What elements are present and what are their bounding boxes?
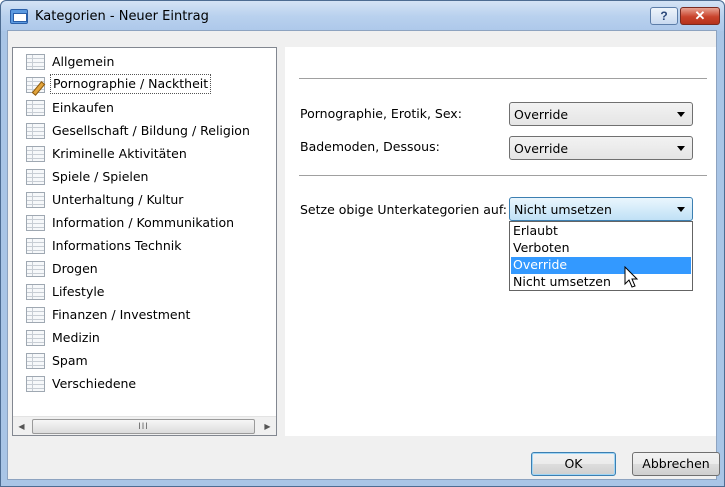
list-icon (26, 146, 45, 162)
tree-item-finanzen[interactable]: Finanzen / Investment (26, 305, 274, 324)
tree-horizontal-scrollbar[interactable]: ◀ III ▶ (13, 416, 276, 435)
separator-top (299, 78, 707, 79)
tree-item-gesellschaft[interactable]: Gesellschaft / Bildung / Religion (26, 121, 274, 140)
porn-label: Pornographie, Erotik, Sex: (300, 106, 462, 121)
edit-list-icon (26, 77, 45, 93)
tree-item-lifestyle[interactable]: Lifestyle (26, 282, 274, 301)
list-icon (26, 192, 45, 208)
dropdown-option-verboten[interactable]: Verboten (511, 240, 691, 257)
tree-item-label: Medizin (52, 330, 100, 345)
tree-item-spiele[interactable]: Spiele / Spielen (26, 167, 274, 186)
window-app-icon (10, 9, 28, 24)
list-icon (26, 123, 45, 139)
scroll-left-icon[interactable]: ◀ (13, 417, 30, 436)
setze-combobox[interactable]: Nicht umsetzen (509, 197, 693, 221)
bademoden-combobox[interactable]: Override (509, 136, 693, 160)
tree-item-allgemein[interactable]: Allgemein (26, 52, 274, 71)
tree-item-einkaufen[interactable]: Einkaufen (26, 98, 274, 117)
tree-item-label: Lifestyle (52, 284, 105, 299)
scroll-right-icon[interactable]: ▶ (259, 417, 276, 436)
window-title: Kategorien - Neuer Eintrag (35, 9, 209, 24)
list-icon (26, 238, 45, 254)
setze-dropdown-list[interactable]: Erlaubt Verboten Override Nicht umsetzen (509, 221, 693, 291)
list-icon (26, 261, 45, 277)
tree-item-label: Einkaufen (52, 100, 114, 115)
tree-item-informations-technik[interactable]: Informations Technik (26, 236, 274, 255)
close-button[interactable]: ✕ (680, 7, 720, 25)
porn-combobox-value: Override (514, 107, 569, 122)
tree-item-drogen[interactable]: Drogen (26, 259, 274, 278)
tree-item-label: Kriminelle Aktivitäten (52, 146, 187, 161)
list-icon (26, 353, 45, 369)
tree-item-medizin[interactable]: Medizin (26, 328, 274, 347)
tree-item-label: Spam (52, 353, 88, 368)
chevron-down-icon (677, 207, 685, 212)
tree-item-label: Unterhaltung / Kultur (52, 192, 184, 207)
setze-label: Setze obige Unterkategorien auf: (300, 202, 508, 217)
mouse-cursor-icon (624, 266, 639, 288)
tree-item-label: Information / Kommunikation (52, 215, 235, 230)
ok-button[interactable]: OK (531, 452, 616, 476)
tree-item-label: Verschiedene (52, 376, 137, 391)
tree-item-label: Pornographie / Nacktheit (50, 74, 212, 94)
list-icon (26, 376, 45, 392)
tree-item-kriminelle[interactable]: Kriminelle Aktivitäten (26, 144, 274, 163)
title-bar[interactable]: Kategorien - Neuer Eintrag ? ✕ (1, 1, 724, 31)
tree-item-pornographie[interactable]: Pornographie / Nacktheit (26, 74, 274, 94)
chevron-down-icon (677, 146, 685, 151)
tree-item-information[interactable]: Information / Kommunikation (26, 213, 274, 232)
bademoden-combobox-value: Override (514, 141, 569, 156)
help-button[interactable]: ? (650, 7, 678, 25)
dropdown-option-nicht-umsetzen[interactable]: Nicht umsetzen (511, 274, 691, 291)
tree-item-label: Drogen (52, 261, 98, 276)
tree-item-label: Allgemein (52, 54, 115, 69)
tree-item-spam[interactable]: Spam (26, 351, 274, 370)
cancel-button[interactable]: Abbrechen (632, 452, 720, 476)
tree-item-label: Finanzen / Investment (52, 307, 191, 322)
scrollbar-thumb[interactable]: III (32, 419, 255, 434)
dropdown-option-override[interactable]: Override (511, 257, 691, 274)
list-icon (26, 100, 45, 116)
tree-item-verschiedene[interactable]: Verschiedene (26, 374, 274, 393)
list-icon (26, 307, 45, 323)
tree-item-label: Spiele / Spielen (52, 169, 149, 184)
porn-combobox[interactable]: Override (509, 102, 693, 126)
dropdown-option-erlaubt[interactable]: Erlaubt (511, 223, 691, 240)
tree-item-unterhaltung[interactable]: Unterhaltung / Kultur (26, 190, 274, 209)
tree-item-label: Informations Technik (52, 238, 182, 253)
list-icon (26, 215, 45, 231)
list-icon (26, 169, 45, 185)
chevron-down-icon (677, 112, 685, 117)
bademoden-label: Bademoden, Dessous: (300, 139, 440, 154)
list-icon (26, 330, 45, 346)
tree-item-label: Gesellschaft / Bildung / Religion (52, 123, 250, 138)
list-icon (26, 284, 45, 300)
separator-middle (299, 175, 707, 176)
setze-combobox-value: Nicht umsetzen (514, 202, 612, 217)
list-icon (26, 54, 45, 70)
